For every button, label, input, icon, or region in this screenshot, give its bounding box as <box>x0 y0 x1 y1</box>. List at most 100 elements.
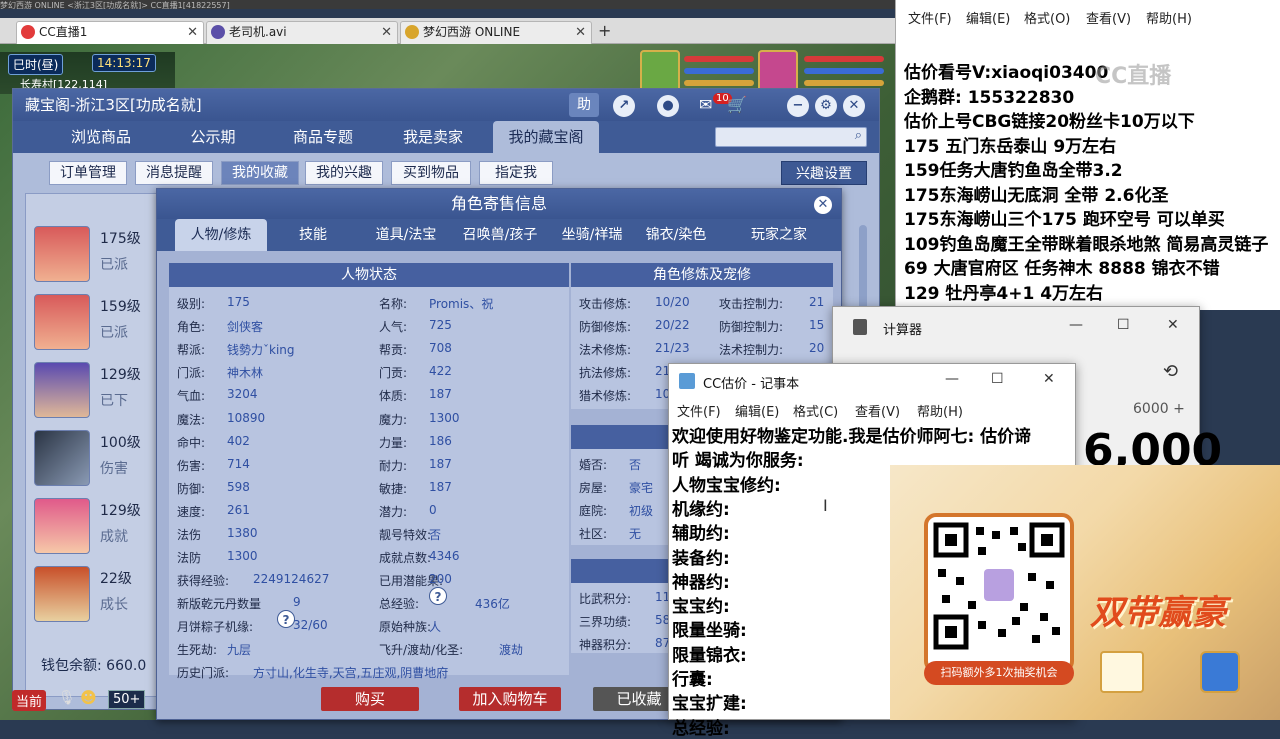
tab-browse[interactable]: 浏览商品 <box>51 121 151 153</box>
menu-format[interactable]: 格式(O) <box>1024 8 1070 27</box>
prize-thumb <box>1100 651 1144 693</box>
list-item-level: 175级 <box>100 231 141 247</box>
emoji-icon[interactable]: ☻ <box>80 688 97 707</box>
tab-interests[interactable]: 我的兴趣 <box>305 161 383 185</box>
tab-topics[interactable]: 商品专题 <box>273 121 373 153</box>
pet-portrait[interactable] <box>640 50 680 92</box>
stat-value: 714 <box>227 457 250 471</box>
tab-cc-live[interactable]: CC直播1 ✕ <box>16 21 204 44</box>
practice-value: 10/20 <box>655 295 690 309</box>
list-item-level: 22级 <box>100 571 132 587</box>
menu-edit[interactable]: 编辑(E) <box>966 8 1010 27</box>
qr-code-frame[interactable] <box>924 513 1074 673</box>
close-icon[interactable]: ✕ <box>575 22 586 43</box>
stat-value: 402 <box>227 434 250 448</box>
list-item-level: 129级 <box>100 503 141 519</box>
promo-banner[interactable]: 扫码额外多1次抽奖机会 双带赢豪 <box>890 465 1280 720</box>
menu-edit[interactable]: 编辑(E) <box>735 401 779 420</box>
tab-video[interactable]: 老司机.avi ✕ <box>206 21 398 44</box>
tab-pets[interactable]: 召唤兽/孩子 <box>453 219 547 251</box>
stat-value: 神木林 <box>227 366 264 380</box>
mic-icon[interactable]: 🎙 <box>58 690 76 706</box>
mp-bar <box>684 68 754 74</box>
interest-settings-button[interactable]: 兴趣设置 <box>781 161 867 185</box>
menu-view[interactable]: 查看(V) <box>1086 8 1131 27</box>
score-label: 比武积分: <box>579 592 632 606</box>
share-icon[interactable]: ↗ <box>613 95 635 117</box>
new-tab-button[interactable]: + <box>598 21 611 40</box>
channel-current[interactable]: 当前 <box>12 690 47 711</box>
settings-icon[interactable]: ⚙ <box>815 95 837 117</box>
stat-label: 耐力: <box>379 459 408 473</box>
menu-help[interactable]: 帮助(H) <box>917 401 963 420</box>
maximize-icon[interactable]: ☐ <box>991 371 1004 387</box>
tab-items[interactable]: 道具/法宝 <box>361 219 451 251</box>
list-item[interactable]: 129级 成就 <box>34 498 168 558</box>
window-caption-strip: 梦幻西游 ONLINE <浙江3区[功成名就]> CC直播1[41822557] <box>0 0 895 9</box>
minimize-icon[interactable]: — <box>945 371 959 387</box>
tab-character[interactable]: 人物/修炼 <box>175 219 267 251</box>
cart-icon[interactable]: 🛒 <box>727 95 747 114</box>
maximize-icon[interactable]: ☐ <box>1117 317 1130 333</box>
list-item[interactable]: 100级 伤害 <box>34 430 168 490</box>
tab-public[interactable]: 公示期 <box>163 121 263 153</box>
tab-outfits[interactable]: 锦衣/染色 <box>639 219 713 251</box>
tab-orders[interactable]: 订单管理 <box>49 161 127 185</box>
player-portrait[interactable] <box>758 50 798 92</box>
stat-label: 新版乾元丹数量 <box>177 597 262 611</box>
record-icon[interactable]: ● <box>657 95 679 117</box>
stat-label: 角色: <box>177 320 206 334</box>
list-item[interactable]: 175级 已派 <box>34 226 168 286</box>
search-icon[interactable]: ⌕ <box>855 128 862 143</box>
help-button[interactable]: 助 <box>569 93 599 117</box>
tab-assigned[interactable]: 指定我 <box>479 161 553 185</box>
stat-value: 否 <box>429 528 442 542</box>
message-count[interactable]: 50+ <box>108 690 146 709</box>
text-line: 175 五门东岳泰山 9万左右 <box>904 136 1117 157</box>
minimize-icon[interactable]: − <box>787 95 809 117</box>
stat-value: 10890 <box>227 411 266 425</box>
tab-label: 老司机.avi <box>229 25 287 39</box>
close-icon[interactable]: ✕ <box>381 22 392 43</box>
anger-bar <box>804 80 884 86</box>
text-line: 175东海崂山三个175 跑环空号 可以单买 <box>904 210 1225 230</box>
menu-file[interactable]: 文件(F) <box>908 8 952 27</box>
list-item-status: 已下 <box>100 393 128 409</box>
tab-seller[interactable]: 我是卖家 <box>383 121 483 153</box>
search-input[interactable]: ⌕ <box>715 127 867 147</box>
list-item[interactable]: 22级 成长 <box>34 566 168 626</box>
stat-label: 体质: <box>379 389 408 403</box>
tab-mounts[interactable]: 坐骑/祥瑞 <box>549 219 635 251</box>
tab-home[interactable]: 玩家之家 <box>737 219 821 251</box>
stat-value: 200 <box>429 572 452 586</box>
tab-mhxy[interactable]: 梦幻西游 ONLINE ✕ <box>400 21 592 44</box>
tab-messages[interactable]: 消息提醒 <box>135 161 213 185</box>
menu-view[interactable]: 查看(V) <box>855 401 900 420</box>
text-line: 神器约: <box>672 572 730 593</box>
stat-label: 伤害: <box>177 459 206 473</box>
list-item[interactable]: 159级 已派 <box>34 294 168 354</box>
close-icon[interactable]: ✕ <box>814 196 832 214</box>
close-icon[interactable]: ✕ <box>1167 317 1179 333</box>
add-to-cart-button[interactable]: 加入购物车 <box>459 687 561 711</box>
minimize-icon[interactable]: — <box>1069 317 1083 333</box>
character-thumb <box>34 226 90 282</box>
stat-value: 1300 <box>227 549 258 563</box>
menu-file[interactable]: 文件(F) <box>677 401 721 420</box>
message-icon[interactable]: ✉ 10 🛒 <box>699 93 747 117</box>
close-icon[interactable]: ✕ <box>843 95 865 117</box>
tab-skills[interactable]: 技能 <box>275 219 351 251</box>
close-icon[interactable]: ✕ <box>187 22 198 43</box>
menu-format[interactable]: 格式(C) <box>793 401 838 420</box>
tab-favorites[interactable]: 我的收藏 <box>221 161 299 185</box>
calculator-icon <box>853 319 867 335</box>
menu-help[interactable]: 帮助(H) <box>1146 8 1192 27</box>
tab-my-cbg[interactable]: 我的藏宝阁 <box>493 121 599 153</box>
tab-purchased[interactable]: 买到物品 <box>391 161 471 185</box>
text-line: 估价看号V:xiaoqi03400 <box>904 63 1109 83</box>
buy-button[interactable]: 购买 <box>321 687 419 711</box>
list-item[interactable]: 129级 已下 <box>34 362 168 422</box>
history-icon[interactable]: ⟲ <box>1163 361 1178 382</box>
stat-value: 1300 <box>429 411 460 425</box>
close-icon[interactable]: ✕ <box>1043 371 1055 387</box>
